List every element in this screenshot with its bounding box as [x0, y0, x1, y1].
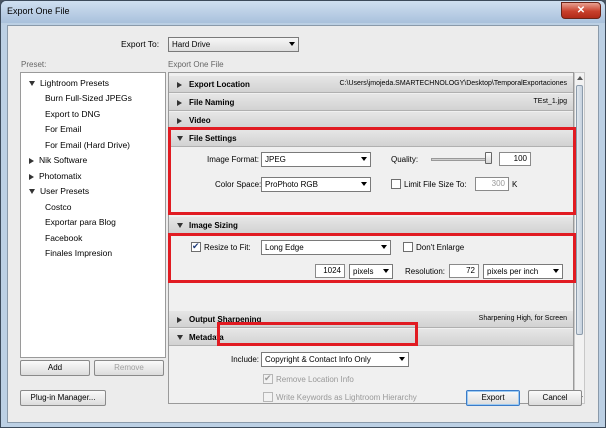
section-file-naming[interactable]: File Naming TEst_1.jpg	[169, 94, 573, 111]
include-label: Include:	[231, 355, 260, 364]
title-bar[interactable]: Export One File ✕	[1, 1, 605, 23]
highlight-metadata-include	[217, 322, 418, 346]
preset-item[interactable]: Costco	[45, 202, 71, 212]
write-keywords-label: Write Keywords as Lightroom Hierarchy	[276, 393, 417, 402]
remove-preset-button[interactable]: Remove	[94, 360, 164, 376]
preset-folder-nik[interactable]: Nik Software	[29, 155, 87, 165]
preset-item[interactable]: Facebook	[45, 233, 82, 243]
preset-item[interactable]: Burn Full-Sized JPEGs	[45, 93, 132, 103]
chevron-down-icon	[289, 42, 295, 46]
preset-item[interactable]: Export to DNG	[45, 109, 100, 119]
highlight-file-settings	[168, 127, 576, 215]
close-button[interactable]: ✕	[561, 2, 601, 19]
section-export-location[interactable]: Export Location C:\Users\jmojeda.SMARTEC…	[169, 76, 573, 93]
export-to-select[interactable]: Hard Drive	[168, 37, 299, 52]
preset-item[interactable]: Finales Impresion	[45, 248, 112, 258]
export-dialog: Export One File ✕ Export To: Hard Drive …	[0, 0, 606, 428]
collapse-arrow-icon	[29, 157, 34, 164]
preset-item[interactable]: For Email (Hard Drive)	[45, 140, 130, 150]
export-button[interactable]: Export	[466, 390, 520, 406]
collapse-arrow-icon	[177, 317, 182, 323]
highlight-image-sizing	[168, 233, 576, 283]
expand-arrow-icon	[177, 223, 183, 228]
section-image-sizing[interactable]: Image Sizing	[169, 217, 573, 234]
collapse-arrow-icon	[177, 82, 182, 88]
dialog-body: Export To: Hard Drive Preset: Export One…	[7, 25, 599, 423]
window-title: Export One File	[7, 6, 70, 16]
collapse-arrow-icon	[177, 118, 182, 124]
expand-arrow-icon	[177, 335, 183, 340]
metadata-include-select[interactable]: Copyright & Contact Info Only	[261, 352, 409, 367]
scroll-up-icon[interactable]	[577, 76, 583, 80]
preset-header: Preset:	[21, 60, 47, 69]
preset-folder-lightroom[interactable]: Lightroom Presets	[29, 78, 109, 88]
cancel-button[interactable]: Cancel	[528, 390, 582, 406]
add-preset-button[interactable]: Add	[20, 360, 90, 376]
export-location-summary: C:\Users\jmojeda.SMARTECHNOLOGY\Desktop\…	[339, 80, 567, 87]
export-to-label: Export To:	[121, 39, 160, 49]
preset-folder-photomatix[interactable]: Photomatix	[29, 171, 82, 181]
file-naming-summary: TEst_1.jpg	[533, 98, 567, 105]
remove-location-label: Remove Location Info	[276, 375, 354, 384]
scroll-thumb[interactable]	[576, 85, 583, 335]
output-sharpening-summary: Sharpening High, for Screen	[478, 315, 567, 322]
preset-item[interactable]: Exportar para Blog	[45, 217, 116, 227]
expand-arrow-icon	[29, 81, 35, 87]
export-to-value: Hard Drive	[172, 40, 211, 49]
export-header: Export One File	[168, 60, 224, 69]
preset-item[interactable]: For Email	[45, 124, 81, 134]
collapse-arrow-icon	[29, 173, 34, 180]
preset-tree: Lightroom Presets Burn Full-Sized JPEGs …	[20, 72, 166, 358]
preset-folder-user[interactable]: User Presets	[29, 186, 89, 196]
write-keywords-checkbox[interactable]	[263, 392, 273, 402]
collapse-arrow-icon	[177, 100, 182, 106]
plugin-manager-button[interactable]: Plug-in Manager...	[20, 390, 106, 406]
chevron-down-icon	[399, 357, 405, 361]
expand-arrow-icon	[29, 189, 35, 195]
remove-location-checkbox[interactable]	[263, 373, 273, 384]
